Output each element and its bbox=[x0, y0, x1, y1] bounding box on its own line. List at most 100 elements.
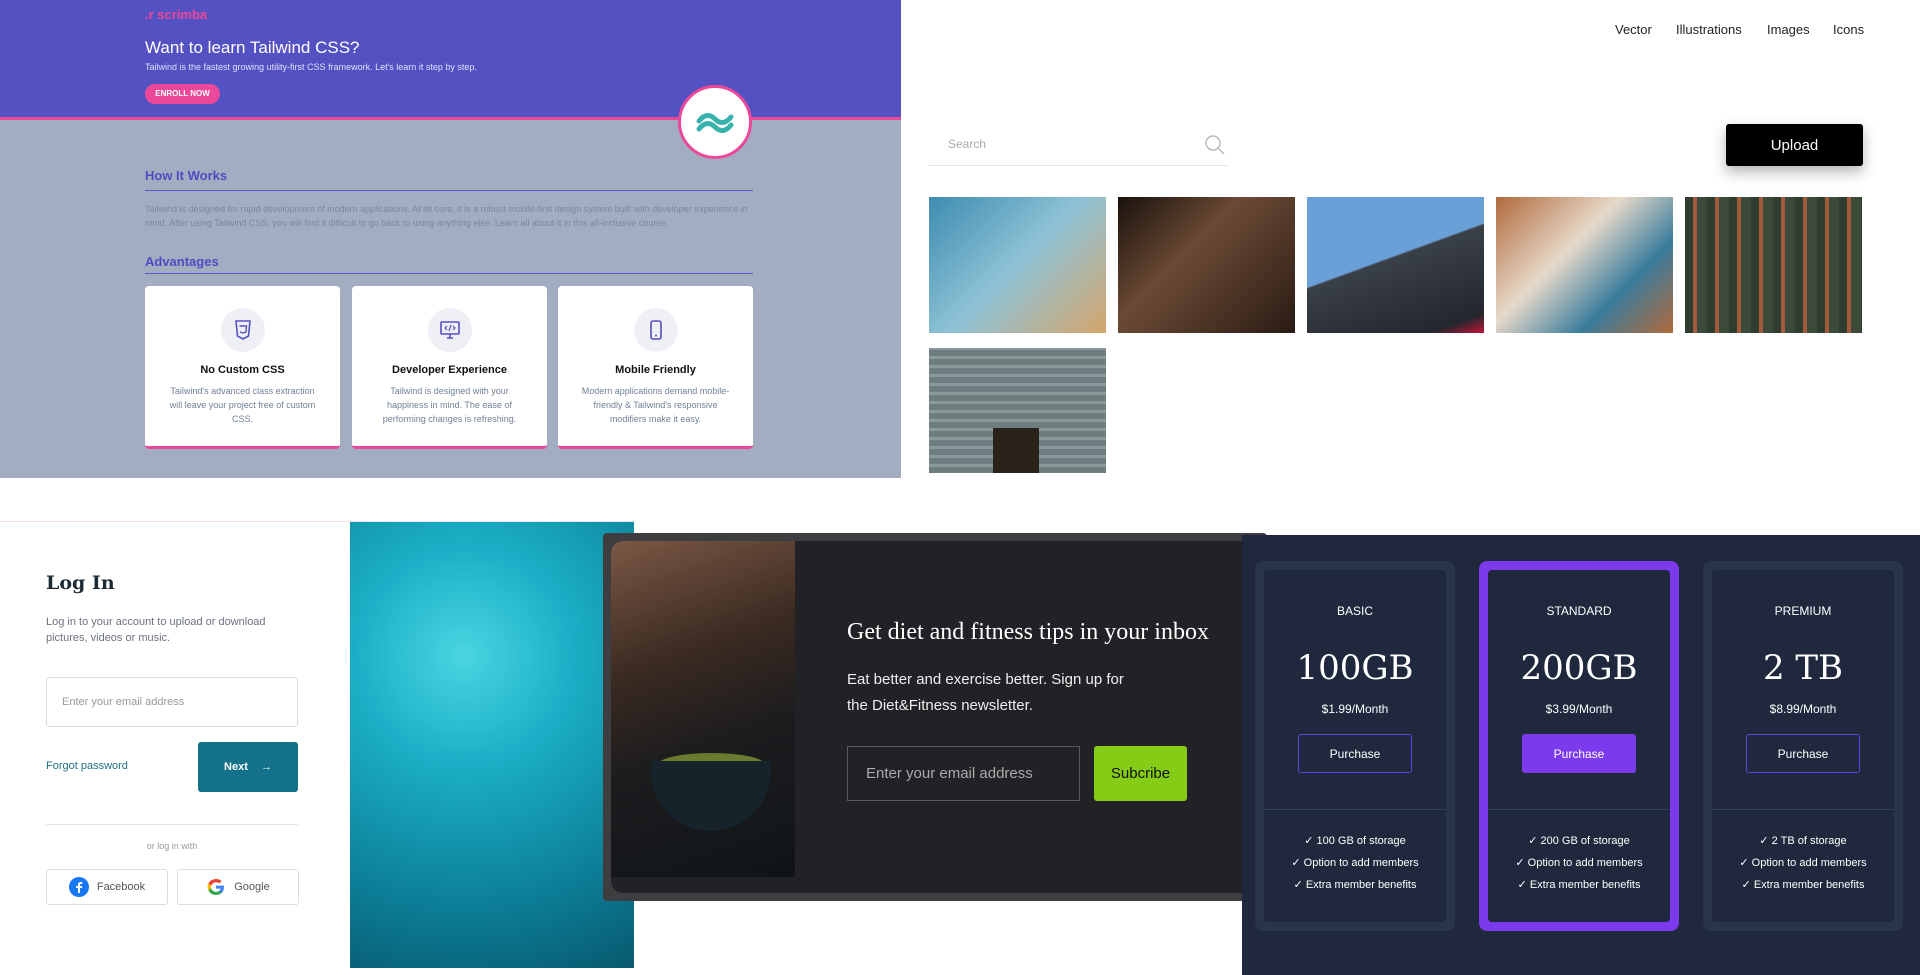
feature-item: ✓ Option to add members bbox=[1291, 857, 1419, 869]
feature-item: ✓ Extra member benefits bbox=[1741, 879, 1865, 891]
purchase-button[interactable]: Purchase bbox=[1746, 734, 1860, 773]
divider bbox=[1264, 809, 1446, 810]
monitor-code-icon bbox=[427, 308, 472, 352]
scrimba-logo[interactable]: .r scrimba bbox=[145, 7, 207, 22]
nav-icons[interactable]: Icons bbox=[1833, 22, 1864, 37]
purchase-button[interactable]: Purchase bbox=[1298, 734, 1412, 773]
hero-banner: .r scrimba Want to learn Tailwind CSS? T… bbox=[0, 0, 901, 120]
divider bbox=[1712, 809, 1894, 810]
check-icon: ✓ bbox=[1515, 857, 1528, 869]
email-input[interactable]: Enter your email address bbox=[847, 746, 1080, 801]
feature-item: ✓ 100 GB of storage bbox=[1304, 835, 1406, 847]
newsletter-card: Get diet and fitness tips in your inbox … bbox=[611, 541, 1257, 893]
advantage-card: Developer Experience Tailwind is designe… bbox=[352, 286, 547, 449]
arrow-right-icon: → bbox=[260, 761, 272, 773]
check-icon: ✓ bbox=[1759, 835, 1772, 847]
facebook-label: Facebook bbox=[96, 881, 146, 893]
feature-list: ✓ 100 GB of storage ✓ Option to add memb… bbox=[1264, 830, 1446, 896]
gallery-panel: Vector Illustrations Images Icons Search… bbox=[901, 0, 1920, 478]
nav-vector[interactable]: Vector bbox=[1615, 22, 1652, 37]
plan-storage: 100GB bbox=[1296, 648, 1414, 688]
gallery-image[interactable] bbox=[929, 348, 1106, 473]
phone-icon bbox=[633, 308, 678, 352]
check-icon: ✓ bbox=[1291, 857, 1304, 869]
purchase-button[interactable]: Purchase bbox=[1522, 734, 1636, 773]
feature-list: ✓ 200 GB of storage ✓ Option to add memb… bbox=[1488, 830, 1670, 896]
feature-item: ✓ Option to add members bbox=[1515, 857, 1643, 869]
divider bbox=[1488, 809, 1670, 810]
newsletter-title: Get diet and fitness tips in your inbox bbox=[847, 619, 1209, 645]
plan-name: BASIC bbox=[1336, 604, 1373, 618]
feature-list: ✓ 2 TB of storage ✓ Option to add member… bbox=[1712, 830, 1894, 896]
water-image bbox=[350, 522, 634, 968]
search-icon[interactable] bbox=[1204, 134, 1226, 156]
gallery-image[interactable] bbox=[1307, 197, 1484, 333]
plan-storage: 2 TB bbox=[1762, 648, 1844, 688]
plan-card-standard: STANDARD 200GB $3.99/Month Purchase ✓ 20… bbox=[1479, 561, 1679, 931]
tailwind-wave-icon bbox=[696, 113, 734, 133]
feature-item: ✓ 2 TB of storage bbox=[1759, 835, 1847, 847]
google-label: Google bbox=[234, 881, 270, 893]
feature-item: ✓ Extra member benefits bbox=[1293, 879, 1417, 891]
advantage-card: Mobile Friendly Modern applications dema… bbox=[558, 286, 753, 449]
advantages-heading: Advantages bbox=[145, 254, 219, 269]
search-input[interactable]: Search bbox=[928, 130, 1228, 166]
scrimba-panel: .r scrimba Want to learn Tailwind CSS? T… bbox=[0, 0, 901, 478]
plan-price: $3.99/Month bbox=[1545, 702, 1613, 716]
divider bbox=[145, 273, 753, 274]
gallery-image[interactable] bbox=[1496, 197, 1673, 333]
gallery-image[interactable] bbox=[1685, 197, 1862, 333]
next-label: Next bbox=[224, 761, 248, 773]
check-icon: ✓ bbox=[1528, 835, 1541, 847]
enroll-button[interactable]: ENROLL NOW bbox=[145, 84, 220, 104]
google-login-button[interactable]: Google bbox=[177, 869, 299, 905]
how-it-works-heading: How It Works bbox=[145, 168, 228, 183]
forgot-password-link[interactable]: Forgot password bbox=[46, 760, 128, 772]
plan-card-basic: BASIC 100GB $1.99/Month Purchase ✓ 100 G… bbox=[1255, 561, 1455, 931]
newsletter-panel: Get diet and fitness tips in your inbox … bbox=[603, 533, 1267, 901]
card-description: Tailwind is designed with your happiness… bbox=[382, 386, 517, 424]
login-title: Log In bbox=[46, 572, 115, 594]
next-button[interactable]: Next → bbox=[198, 742, 298, 792]
plan-storage: 200GB bbox=[1520, 648, 1638, 688]
card-description: Tailwind's advanced class extraction wil… bbox=[169, 386, 316, 424]
plan-card-premium: PREMIUM 2 TB $8.99/Month Purchase ✓ 2 TB… bbox=[1703, 561, 1903, 931]
check-icon: ✓ bbox=[1741, 879, 1754, 891]
door bbox=[993, 428, 1039, 473]
bowl bbox=[651, 761, 771, 831]
feature-item: ✓ Option to add members bbox=[1739, 857, 1867, 869]
nav-illustrations[interactable]: Illustrations bbox=[1676, 22, 1742, 37]
feature-item: ✓ Extra member benefits bbox=[1517, 879, 1641, 891]
food-image bbox=[611, 541, 795, 877]
plan-name: STANDARD bbox=[1546, 604, 1612, 618]
feature-item: ✓ 200 GB of storage bbox=[1528, 835, 1630, 847]
nav-images[interactable]: Images bbox=[1767, 22, 1810, 37]
check-icon: ✓ bbox=[1293, 879, 1306, 891]
card-description: Modern applications demand mobile-friend… bbox=[581, 386, 730, 424]
or-login-with: or log in with bbox=[146, 841, 198, 851]
gallery-image[interactable] bbox=[929, 197, 1106, 333]
css3-icon bbox=[220, 308, 265, 352]
advantage-card: No Custom CSS Tailwind's advanced class … bbox=[145, 286, 340, 449]
check-icon: ✓ bbox=[1739, 857, 1752, 869]
divider bbox=[46, 824, 298, 825]
search-placeholder: Search bbox=[948, 137, 987, 151]
pricing-panel: BASIC 100GB $1.99/Month Purchase ✓ 100 G… bbox=[1242, 535, 1920, 975]
plan-name: PREMIUM bbox=[1774, 604, 1832, 618]
hero-subtitle: Tailwind is the fastest growing utility-… bbox=[145, 62, 477, 72]
email-field[interactable]: Enter your email address bbox=[46, 677, 298, 727]
upload-button[interactable]: Upload bbox=[1726, 124, 1863, 166]
divider bbox=[145, 190, 753, 191]
hero-title: Want to learn Tailwind CSS? bbox=[145, 38, 360, 57]
plan-price: $8.99/Month bbox=[1769, 702, 1837, 716]
check-icon: ✓ bbox=[1517, 879, 1530, 891]
login-panel: Log In Log in to your account to upload … bbox=[0, 521, 634, 968]
facebook-login-button[interactable]: Facebook bbox=[46, 869, 168, 905]
facebook-icon bbox=[68, 877, 89, 897]
gallery-image[interactable] bbox=[1118, 197, 1295, 333]
plan-price: $1.99/Month bbox=[1321, 702, 1389, 716]
how-it-works-text: Tailwind is designed for rapid developme… bbox=[145, 204, 748, 228]
newsletter-description: Eat better and exercise better. Sign up … bbox=[847, 671, 1124, 714]
subscribe-button[interactable]: Subcribe bbox=[1094, 746, 1187, 801]
google-icon bbox=[207, 879, 225, 895]
